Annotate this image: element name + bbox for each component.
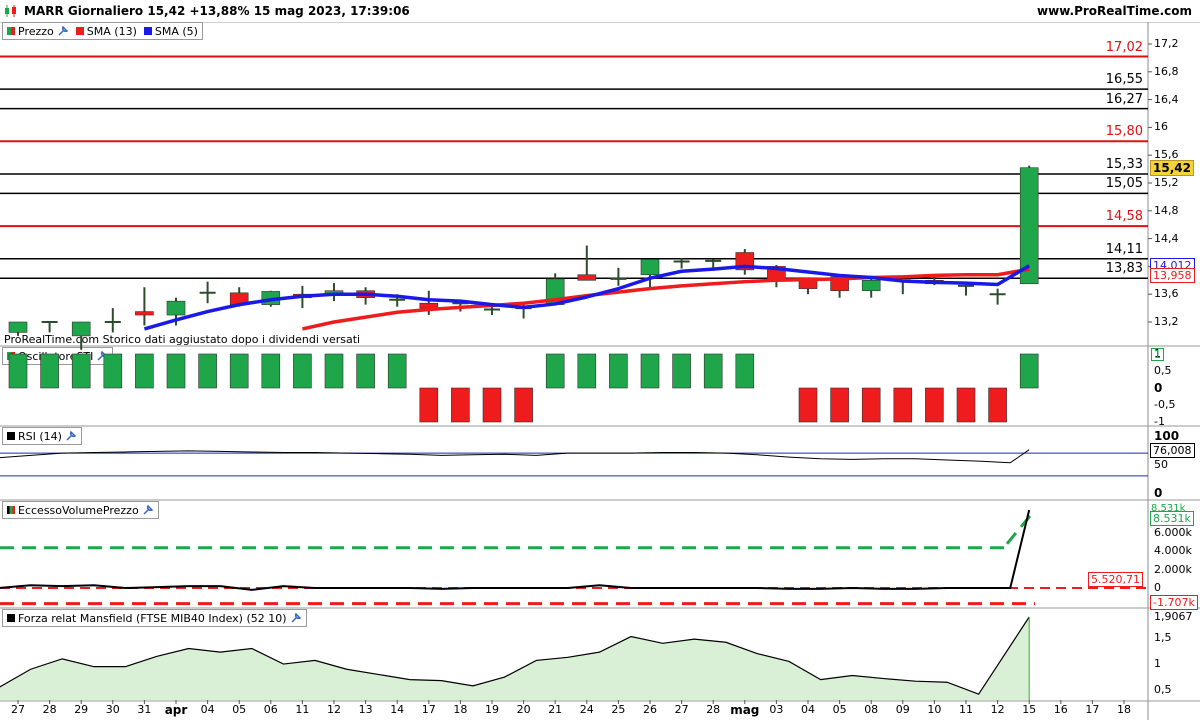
sti-bar [893, 387, 913, 423]
sti-bar [577, 353, 597, 389]
sti-bar [293, 353, 312, 389]
sti-bar [798, 387, 818, 423]
sti-bar [229, 353, 249, 389]
candle-body [71, 321, 91, 337]
sti-bar [514, 387, 533, 423]
sti-bar [735, 353, 755, 389]
sti-bar [1019, 353, 1039, 389]
sti-bar [672, 353, 691, 389]
sti-bar [324, 353, 344, 389]
sti-bar [356, 353, 375, 389]
chart-canvas[interactable] [0, 0, 1200, 720]
sti-bar [451, 387, 470, 423]
sti-bar [925, 387, 944, 423]
sti-bar [387, 353, 407, 389]
sti-bar [988, 387, 1007, 423]
candle-body [135, 311, 154, 316]
candle-body [577, 274, 597, 281]
sti-bar [703, 353, 723, 389]
sti-bar [261, 353, 281, 389]
sti-bar [71, 353, 91, 389]
mansfield-area [0, 617, 1030, 700]
sti-bar [956, 387, 976, 423]
evp-line [0, 509, 1031, 591]
sti-bar [40, 353, 59, 389]
rsi-line [0, 449, 1030, 464]
sti-bar [8, 353, 28, 389]
sti-bar [861, 387, 881, 423]
candle-body [640, 259, 660, 276]
candle-body [166, 300, 186, 316]
sti-bar [135, 353, 154, 389]
sti-bar [830, 387, 849, 423]
sti-bar [545, 353, 565, 389]
sti-bar [166, 353, 186, 389]
sti-bar [103, 353, 123, 389]
candle-body [861, 279, 881, 292]
sti-bar [482, 387, 502, 423]
candle-body [8, 321, 28, 333]
sti-bar [609, 353, 628, 389]
evp-upper-threshold-rise [1005, 509, 1037, 545]
sti-bar [198, 353, 217, 389]
sti-bar [419, 387, 439, 423]
sti-bar [640, 353, 660, 389]
